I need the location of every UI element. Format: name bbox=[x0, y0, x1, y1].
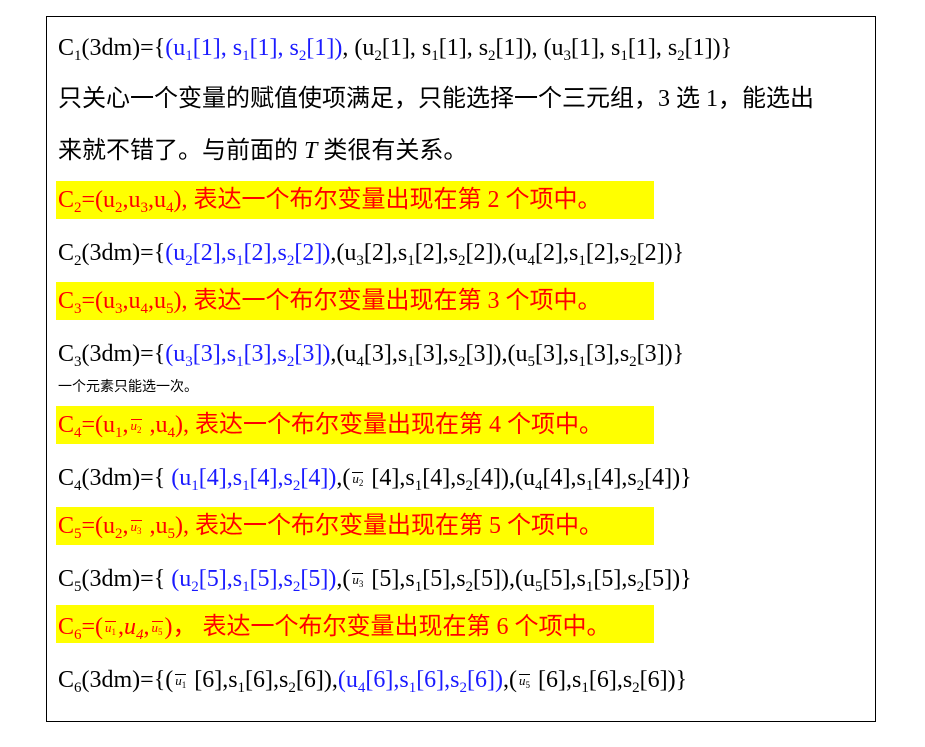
line-c4-3dm: C4(3dm)={ (u1[4],s1[4],s2[4]),(u2 [4],s1… bbox=[58, 465, 692, 494]
u-bar-2: u2 bbox=[352, 471, 364, 488]
u-bar-5: u5 bbox=[151, 620, 163, 637]
note-one-element: 一个元素只能选一次。 bbox=[58, 379, 198, 395]
line-c4-definition: C4=(u1, u2 ,u4), 表达一个布尔变量出现在第 4 个项中。 bbox=[58, 412, 604, 441]
line-c2-3dm: C2(3dm)={(u2[2],s1[2],s2[2]),(u3[2],s1[2… bbox=[58, 240, 685, 269]
u-bar-2: u2 bbox=[130, 418, 142, 435]
u-bar-3: u3 bbox=[352, 572, 364, 589]
line-c3-3dm: C3(3dm)={(u3[3],s1[3],s2[3]),(u4[3],s1[3… bbox=[58, 341, 685, 370]
line-c6-3dm: C6(3dm)={(u1 [6],s1[6],s2[6]),(u4[6],s1[… bbox=[58, 667, 688, 696]
line-c5-3dm: C5(3dm)={ (u2[5],s1[5],s2[5]),(u3 [5],s1… bbox=[58, 566, 692, 595]
line-c1-3dm: C1(3dm)={(u1[1], s1[1], s2[1]), (u2[1], … bbox=[58, 35, 733, 64]
u-bar-3: u3 bbox=[130, 519, 142, 536]
u-bar-1: u1 bbox=[105, 620, 117, 637]
line-c6-definition: C6=(u1,u4, u5)， 表达一个布尔变量出现在第 6 个项中。 bbox=[58, 614, 611, 643]
line-c2-definition: C2=(u2,u3,u4), 表达一个布尔变量出现在第 2 个项中。 bbox=[58, 187, 602, 216]
u-bar-5: u5 bbox=[519, 673, 530, 690]
u-bar-1: u1 bbox=[175, 673, 187, 690]
line-explanation-2: 来就不错了。与前面的 T 类很有关系。 bbox=[58, 138, 468, 164]
line-c5-definition: C5=(u2, u3 ,u5), 表达一个布尔变量出现在第 5 个项中。 bbox=[58, 513, 604, 542]
line-c3-definition: C3=(u3,u4,u5), 表达一个布尔变量出现在第 3 个项中。 bbox=[58, 288, 602, 317]
line-explanation-1: 只关心一个变量的赋值使项满足，只能选择一个三元组，3 选 1，能选出 bbox=[58, 86, 814, 112]
